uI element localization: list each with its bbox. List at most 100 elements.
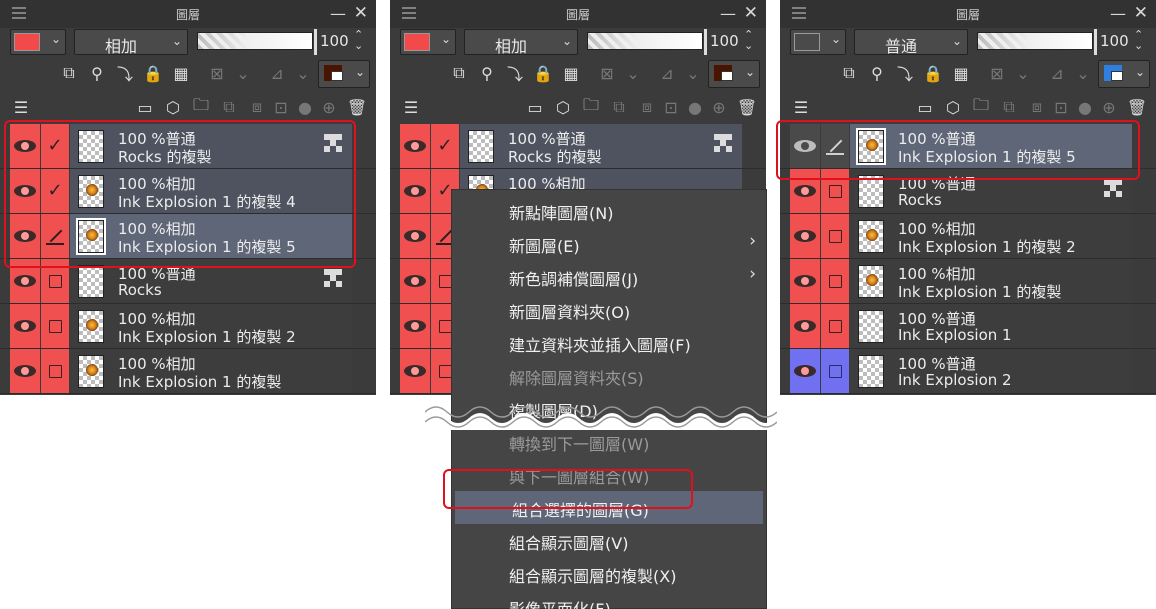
opacity-value[interactable]: 100 <box>1100 32 1129 50</box>
new-vector-layer-icon[interactable]: ⬡ <box>162 96 184 118</box>
layer-props-icon[interactable]: ☰ <box>790 96 812 118</box>
layer-color-swatch[interactable]: ⌄ <box>400 29 456 55</box>
clip-layer-icon[interactable]: ⤵ <box>504 62 526 84</box>
visibility-toggle[interactable] <box>10 304 40 348</box>
new-vector-layer-icon[interactable]: ⬡ <box>942 96 964 118</box>
apply-mask-icon[interactable]: ⊕ <box>1098 96 1120 118</box>
lock-transparency-icon[interactable]: ▦ <box>560 62 582 84</box>
ruler-layer-icon[interactable]: ⊿ <box>266 62 288 84</box>
layer-check-toggle[interactable] <box>41 349 69 393</box>
merge-down-icon[interactable]: ⧈ <box>246 96 268 118</box>
opacity-spinner-icon[interactable]: ⌃ ⌄ <box>744 29 753 51</box>
copy-layer-icon[interactable]: ⧉ <box>998 96 1020 118</box>
layer-check-toggle[interactable] <box>821 349 849 393</box>
lock-layer-icon[interactable]: 🔒 <box>532 62 554 84</box>
mask-layer-icon[interactable]: ⊠ <box>986 62 1008 84</box>
mask-dropdown-icon[interactable]: ⌄ <box>622 62 644 84</box>
minimize-icon[interactable]: — <box>720 6 736 22</box>
menu-item[interactable]: 組合顯示圖層(V) <box>452 524 766 557</box>
mask-dropdown-icon[interactable]: ⌄ <box>232 62 254 84</box>
ruler-dropdown-icon[interactable]: ⌄ <box>1072 62 1094 84</box>
layer-row[interactable]: 100 %普通 Ink Explosion 1 <box>780 304 1156 349</box>
blend-mode-select[interactable]: 相加 ⌄ <box>464 29 578 56</box>
clip-layer-icon[interactable]: ⤵ <box>894 62 916 84</box>
new-folder-icon[interactable]: 🗀 <box>970 95 992 118</box>
mask-layer-icon[interactable]: ⊠ <box>206 62 228 84</box>
layer-row[interactable]: 100 %相加 Ink Explosion 1 的複製 2 <box>0 304 376 349</box>
merge-down-icon[interactable]: ⧈ <box>636 96 658 118</box>
layer-row[interactable]: 100 %相加 Ink Explosion 1 的複製 <box>780 259 1156 304</box>
close-icon[interactable]: ✕ <box>354 5 368 22</box>
new-raster-layer-icon[interactable]: ▭ <box>134 96 156 118</box>
layer-check-toggle[interactable] <box>821 304 849 348</box>
layer-body[interactable]: 100 %相加 Ink Explosion 1 的複製 2 <box>850 214 1132 258</box>
menu-item[interactable]: 新色調補償圖層(J) › <box>452 260 766 293</box>
visibility-toggle[interactable] <box>790 214 820 258</box>
visibility-toggle[interactable] <box>790 259 820 303</box>
ruler-layer-icon[interactable]: ⊿ <box>656 62 678 84</box>
layer-row[interactable]: 100 %相加 Ink Explosion 1 的複製 2 <box>780 214 1156 259</box>
layer-body[interactable]: 100 %相加 Ink Explosion 1 的複製 <box>850 259 1132 303</box>
opacity-slider-handle[interactable] <box>314 29 317 55</box>
visibility-toggle[interactable] <box>400 349 430 393</box>
opacity-spinner-icon[interactable]: ⌃ ⌄ <box>1134 29 1143 51</box>
close-icon[interactable]: ✕ <box>1134 5 1148 22</box>
new-folder-icon[interactable]: 🗀 <box>580 95 602 118</box>
draft-layer-icon[interactable]: ⚲ <box>476 62 498 84</box>
lock-layer-icon[interactable]: 🔒 <box>142 62 164 84</box>
new-folder-icon[interactable]: 🗀 <box>190 95 212 118</box>
lock-layer-icon[interactable]: 🔒 <box>922 62 944 84</box>
apply-mask-icon[interactable]: ⊕ <box>708 96 730 118</box>
merge-selected-icon[interactable]: ⊡ <box>1050 96 1072 118</box>
layer-color-swatch[interactable]: ⌄ <box>10 29 66 55</box>
layer-props-icon[interactable]: ☰ <box>10 96 32 118</box>
opacity-slider[interactable] <box>197 32 313 50</box>
apply-mask-icon[interactable]: ⊕ <box>318 96 340 118</box>
mask-icon[interactable]: ● <box>294 96 316 118</box>
trash-icon[interactable]: 🗑 <box>736 96 758 118</box>
merge-selected-icon[interactable]: ⊡ <box>270 96 292 118</box>
blend-mode-select[interactable]: 普通 ⌄ <box>854 29 968 56</box>
mask-icon[interactable]: ● <box>684 96 706 118</box>
merge-selected-icon[interactable]: ⊡ <box>660 96 682 118</box>
ruler-layer-icon[interactable]: ⊿ <box>1046 62 1068 84</box>
visibility-toggle[interactable] <box>400 259 430 303</box>
visibility-toggle[interactable] <box>790 304 820 348</box>
opacity-spinner-icon[interactable]: ⌃ ⌄ <box>354 29 363 51</box>
visibility-toggle[interactable] <box>400 169 430 213</box>
new-vector-layer-icon[interactable]: ⬡ <box>552 96 574 118</box>
menu-item[interactable]: 新點陣圖層(N) <box>452 194 766 227</box>
layer-props-icon[interactable]: ☰ <box>400 96 422 118</box>
lock-transparency-icon[interactable]: ▦ <box>170 62 192 84</box>
layer-row[interactable]: 100 %相加 Ink Explosion 1 的複製 <box>0 349 376 394</box>
menu-item[interactable]: 新圖層(E) › <box>452 227 766 260</box>
layer-check-toggle[interactable]: ✓ <box>431 124 459 168</box>
merge-down-icon[interactable]: ⧈ <box>1026 96 1048 118</box>
layer-body[interactable]: 100 %普通 Ink Explosion 2 <box>850 349 1132 393</box>
layer-color-select[interactable]: ⌄ <box>1098 60 1150 88</box>
clip-layer-icon[interactable]: ⤵ <box>114 62 136 84</box>
opacity-slider[interactable] <box>587 32 703 50</box>
layer-color-select[interactable]: ⌄ <box>708 60 760 88</box>
copy-layer-icon[interactable]: ⧉ <box>608 96 630 118</box>
opacity-slider[interactable] <box>977 32 1093 50</box>
menu-item[interactable]: 組合顯示圖層的複製(X) <box>452 557 766 590</box>
new-raster-layer-icon[interactable]: ▭ <box>524 96 546 118</box>
layer-body[interactable]: 100 %普通 Ink Explosion 1 <box>850 304 1132 348</box>
opacity-slider-handle[interactable] <box>1094 29 1097 55</box>
draft-layer-icon[interactable]: ⚲ <box>866 62 888 84</box>
trash-icon[interactable]: 🗑 <box>346 96 368 118</box>
layer-body[interactable]: 100 %相加 Ink Explosion 1 的複製 2 <box>70 304 352 348</box>
opacity-value[interactable]: 100 <box>710 32 739 50</box>
layer-row[interactable]: 100 %普通 Ink Explosion 2 <box>780 349 1156 394</box>
ref-layer-icon[interactable]: ⧉ <box>448 62 470 84</box>
layer-body[interactable]: 100 %普通 Rocks 的複製 <box>460 124 742 168</box>
visibility-toggle[interactable] <box>10 349 40 393</box>
ref-layer-icon[interactable]: ⧉ <box>58 62 80 84</box>
lock-transparency-icon[interactable]: ▦ <box>950 62 972 84</box>
minimize-icon[interactable]: — <box>1110 6 1126 22</box>
copy-layer-icon[interactable]: ⧉ <box>218 96 240 118</box>
trash-icon[interactable]: 🗑 <box>1126 96 1148 118</box>
layer-row[interactable]: ✓ 100 %普通 Rocks 的複製 <box>390 124 766 169</box>
opacity-value[interactable]: 100 <box>320 32 349 50</box>
